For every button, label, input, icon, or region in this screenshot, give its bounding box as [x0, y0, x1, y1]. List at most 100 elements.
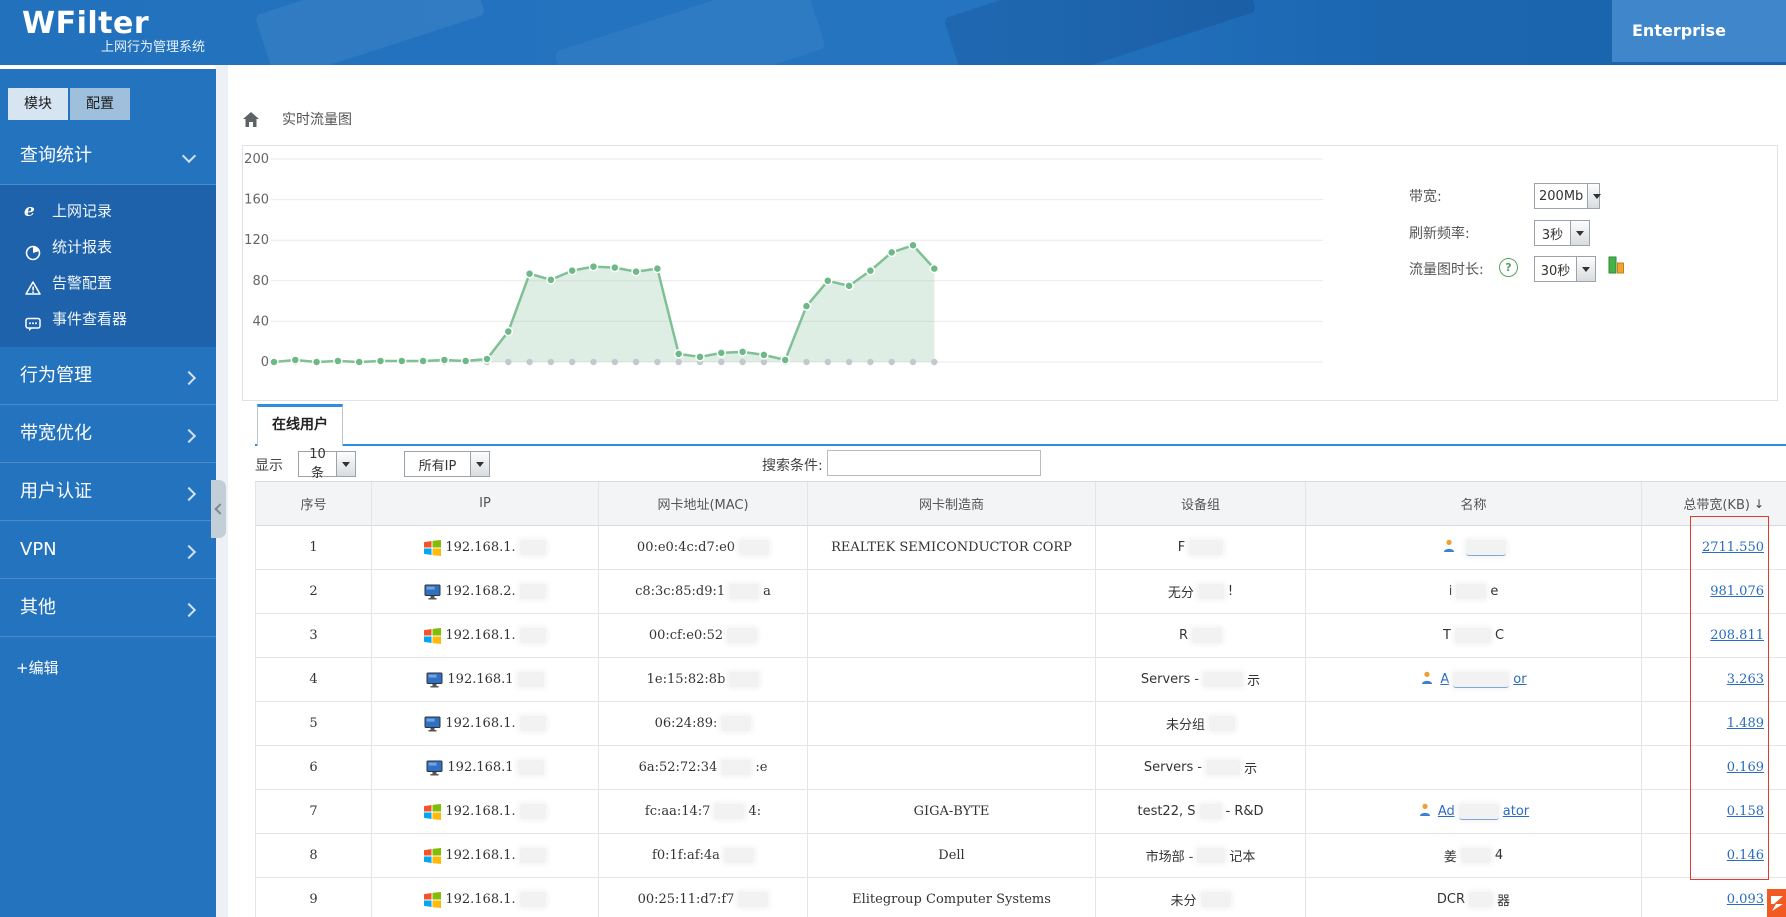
column-header[interactable]: 设备组 [1096, 482, 1306, 525]
table-row: 1 192.168.1. 00:e0:4c:d7:e0 REALTEK SEMI… [256, 526, 1786, 570]
sidebar-collapse-handle[interactable] [211, 480, 226, 538]
table-row: 9 192.168.1. 00:25:11:d7:f7 Elitegroup C… [256, 878, 1786, 917]
bandwidth-link: 1.489 [1726, 716, 1764, 731]
column-header[interactable]: 网卡制造商 [808, 482, 1096, 525]
cell-bandwidth[interactable]: 1.489 [1642, 702, 1786, 745]
cell-ip: 192.168.1. [372, 790, 599, 833]
chevron-right-icon [181, 370, 197, 386]
sidebar-tab-modules[interactable]: 模块 [8, 88, 68, 120]
dropdown-arrow-icon[interactable] [1587, 184, 1601, 208]
sidebar-section-label: VPN [20, 539, 57, 560]
cell-bandwidth[interactable]: 3.263 [1642, 658, 1786, 701]
redacted-text [1203, 672, 1244, 687]
redacted-text [721, 760, 752, 775]
ip-filter-select[interactable]: 所有IP [404, 451, 490, 477]
windows-os-icon [424, 891, 442, 908]
windows-os-icon [424, 539, 442, 556]
cell-bandwidth[interactable]: 0.169 [1642, 746, 1786, 789]
ip-filter-value: 所有IP [418, 458, 457, 474]
redacted-text [1192, 628, 1223, 643]
sidebar-edit-link[interactable]: +编辑 [16, 657, 59, 678]
cell-ip: 192.168.1. [372, 526, 599, 569]
cell-name[interactable]: Ad ator [1306, 790, 1642, 833]
monitor-os-icon [426, 672, 443, 688]
search-label: 搜索条件: [762, 458, 823, 474]
table-row: 8 192.168.1. f0:1f:af:4a Dell 市场部 - 记本 姜… [256, 834, 1786, 878]
page-size-select[interactable]: 10条 [298, 447, 356, 481]
cell-mac: f0:1f:af:4a [599, 834, 808, 877]
breadcrumb: 实时流量图 [242, 109, 352, 129]
cell-bandwidth[interactable]: 2711.550 [1642, 526, 1786, 569]
cell-device-group: 未分组 [1096, 702, 1306, 745]
cell-name[interactable] [1306, 526, 1642, 569]
cell-vendor [808, 746, 1096, 789]
home-icon[interactable] [242, 111, 260, 128]
event-bubble-icon [24, 310, 42, 331]
report-pie-icon [24, 238, 42, 261]
cell-name: TC [1306, 614, 1642, 657]
redacted-text [739, 540, 770, 555]
cell-index: 1 [256, 526, 372, 569]
duration-select[interactable]: 30秒 [1534, 256, 1596, 282]
svg-text:80: 80 [252, 274, 269, 289]
redacted-text [1206, 760, 1241, 775]
dropdown-arrow-icon[interactable] [470, 452, 489, 476]
sidebar-section-behavior[interactable]: 行为管理 [0, 347, 216, 405]
top-header: WFilter 上网行为管理系统 Enterprise [0, 0, 1786, 65]
sidebar-section-bandwidth[interactable]: 带宽优化 [0, 405, 216, 463]
cell-device-group: test22, S - R&D [1096, 790, 1306, 833]
column-header[interactable]: 名称 [1306, 482, 1642, 525]
redacted-text [1189, 540, 1224, 555]
edition-badge: Enterprise [1612, 0, 1786, 62]
column-header[interactable]: 序号 [256, 482, 372, 525]
table-row: 6 192.168.1 6a:52:72:34:e Servers - 示 0.… [256, 746, 1786, 790]
cell-bandwidth[interactable]: 0.158 [1642, 790, 1786, 833]
redacted-text [1200, 892, 1231, 907]
search-input[interactable] [827, 450, 1041, 476]
bar-chart-icon[interactable] [1606, 254, 1628, 280]
bandwidth-label: 带宽: [1409, 189, 1442, 205]
redacted-text [519, 628, 546, 643]
cell-bandwidth[interactable]: 981.076 [1642, 570, 1786, 613]
column-header[interactable]: 总带宽(KB) ↓ [1642, 482, 1786, 525]
sidebar-section-query-stats[interactable]: 查询统计 [0, 127, 216, 185]
bandwidth-link: 981.076 [1710, 584, 1764, 599]
refresh-rate-label: 刷新频率: [1409, 226, 1470, 242]
sidebar-tab-config[interactable]: 配置 [70, 88, 130, 120]
bandwidth-link: 2711.550 [1701, 540, 1764, 555]
sidebar-item-statistic-reports[interactable]: 统计报表 [0, 229, 216, 265]
cell-vendor: Dell [808, 834, 1096, 877]
bandwidth-select[interactable]: 200Mb [1534, 183, 1601, 209]
cell-index: 5 [256, 702, 372, 745]
column-header[interactable]: IP [372, 482, 599, 525]
dropdown-arrow-icon[interactable] [336, 452, 355, 476]
dropdown-arrow-icon[interactable] [1570, 221, 1589, 245]
redacted-text [1199, 804, 1222, 819]
dropdown-arrow-icon[interactable] [1576, 257, 1595, 281]
sidebar-section-vpn[interactable]: VPN [0, 521, 216, 579]
sidebar-item-event-viewer[interactable]: 事件查看器 [0, 301, 216, 337]
sidebar-section-auth[interactable]: 用户认证 [0, 463, 216, 521]
cell-device-group: Servers - 示 [1096, 658, 1306, 701]
tab-online-users[interactable]: 在线用户 [257, 404, 343, 446]
redacted-text [519, 848, 546, 863]
page: WFilter 上网行为管理系统 Enterprise 模块 配置 查询统计 e… [0, 0, 1786, 917]
help-icon[interactable]: ? [1499, 258, 1518, 277]
cell-name[interactable]: Aor [1306, 658, 1642, 701]
sidebar-section-other[interactable]: 其他 [0, 579, 216, 637]
cell-mac: 00:e0:4c:d7:e0 [599, 526, 808, 569]
bandwidth-link: 3.263 [1726, 672, 1764, 687]
redacted-text [517, 760, 544, 775]
cell-bandwidth[interactable]: 0.093 [1642, 878, 1786, 917]
cell-device-group: F [1096, 526, 1306, 569]
cell-bandwidth[interactable]: 208.811 [1642, 614, 1786, 657]
cell-index: 3 [256, 614, 372, 657]
sidebar-item-web-records[interactable]: e 上网记录 [0, 193, 216, 229]
cell-index: 4 [256, 658, 372, 701]
refresh-rate-select[interactable]: 3秒 [1534, 220, 1590, 246]
column-header[interactable]: 网卡地址(MAC) [599, 482, 808, 525]
corner-widget-icon[interactable] [1767, 889, 1786, 917]
redacted-text [1454, 628, 1491, 643]
cell-bandwidth[interactable]: 0.146 [1642, 834, 1786, 877]
sidebar-item-alert-config[interactable]: 告警配置 [0, 265, 216, 301]
